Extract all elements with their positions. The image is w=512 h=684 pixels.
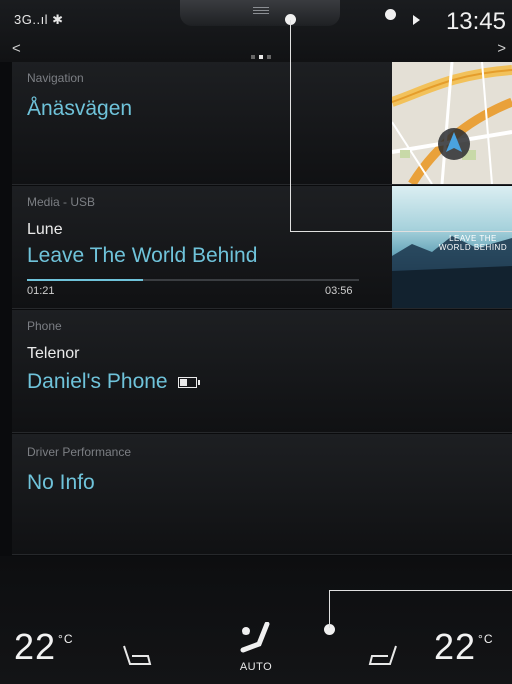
callout-dot-top xyxy=(385,9,396,20)
callout-line-vertical xyxy=(290,20,291,232)
callout-line-horizontal xyxy=(290,231,512,232)
chevron-left-icon[interactable]: < xyxy=(12,40,21,57)
driver-performance-tile[interactable]: Driver Performance No Info xyxy=(12,434,512,555)
media-source-label: Media - USB xyxy=(27,195,96,209)
right-temperature[interactable]: 22 °C xyxy=(434,626,494,668)
track-title: Leave The World Behind xyxy=(27,244,258,267)
left-seat-heat-icon[interactable] xyxy=(118,642,154,672)
climate-bar: 22 °C AUTO 22 °C xyxy=(0,556,512,684)
clock: 13:45 xyxy=(445,8,506,35)
menu-lines-icon xyxy=(253,7,269,16)
right-seat-heat-icon[interactable] xyxy=(366,642,402,672)
album-title-text: LEAVE THE WORLD BEHIND xyxy=(438,234,508,252)
carrier-name: Telenor xyxy=(27,345,80,362)
callout-line-climate-horizontal xyxy=(329,590,512,591)
auto-label: AUTO xyxy=(239,661,273,673)
map-graphic xyxy=(392,62,512,184)
album-art[interactable]: LEAVE THE WORLD BEHIND xyxy=(392,186,512,308)
map-thumbnail[interactable] xyxy=(392,62,512,184)
progress-fill xyxy=(27,279,144,281)
driver-performance-value: No Info xyxy=(27,471,95,494)
artist-name: Lune xyxy=(27,221,63,238)
chevron-right-icon[interactable]: > xyxy=(497,40,506,57)
top-view-handle[interactable] xyxy=(180,0,340,26)
track-duration: 03:56 xyxy=(325,285,353,297)
navigation-label: Navigation xyxy=(27,71,84,85)
phone-name: Daniel's Phone xyxy=(27,370,168,393)
signal-indicator: 3G..ıl ✱ xyxy=(14,12,64,27)
battery-icon xyxy=(177,376,200,388)
status-bar: 3G..ıl ✱ 13:45 < > xyxy=(0,0,512,62)
phone-tile[interactable]: Phone Telenor Daniel's Phone xyxy=(12,310,512,433)
climate-auto-button[interactable]: AUTO xyxy=(233,621,279,673)
play-icon xyxy=(413,15,420,25)
driver-performance-label: Driver Performance xyxy=(27,445,132,459)
fan-seat-icon xyxy=(240,621,270,653)
left-temperature[interactable]: 22 °C xyxy=(14,626,74,668)
navigation-destination: Ånäsvägen xyxy=(27,97,133,120)
callout-line-climate-vertical xyxy=(329,590,330,628)
navigation-tile[interactable]: Navigation Ånäsvägen xyxy=(12,62,512,185)
elapsed-time: 01:21 xyxy=(27,285,55,297)
playback-progress-bar[interactable] xyxy=(27,279,359,281)
media-tile[interactable]: Media - USB Lune Leave The World Behind … xyxy=(12,186,512,309)
center-display: 3G..ıl ✱ 13:45 < > Navigation Ånäsvägen xyxy=(0,0,512,684)
phone-label: Phone xyxy=(27,319,62,333)
connected-phone: Daniel's Phone xyxy=(27,370,200,394)
